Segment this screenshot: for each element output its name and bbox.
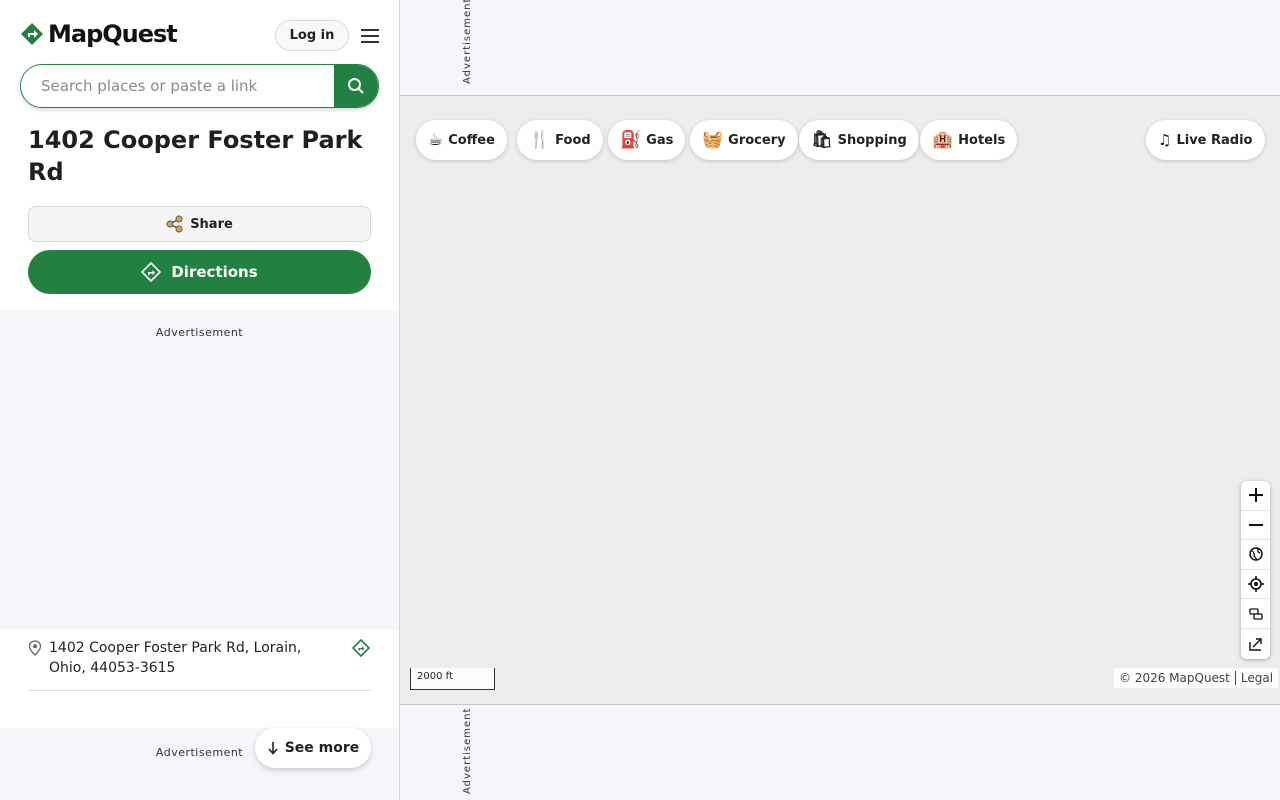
plus-icon <box>1248 488 1263 503</box>
address-directions-icon[interactable] <box>351 638 371 658</box>
directions-button[interactable]: Directions <box>28 250 371 294</box>
share-label: Share <box>190 216 233 232</box>
login-button[interactable]: Log in <box>275 20 349 51</box>
directions-label: Directions <box>171 263 258 281</box>
chip-label: Food <box>555 132 591 148</box>
chip-label: Coffee <box>448 132 495 148</box>
live-radio-button[interactable]: ♫ Live Radio <box>1146 120 1265 160</box>
arrow-down-icon <box>268 742 278 755</box>
share-button[interactable]: Share <box>28 206 371 242</box>
hamburger-menu-icon[interactable] <box>358 24 382 48</box>
advertisement-label-vertical: Advertisement <box>462 0 473 84</box>
traffic-cars-icon <box>1248 608 1263 620</box>
see-more-label: See more <box>284 740 360 756</box>
top-bar: MapQuest Log in <box>0 0 399 70</box>
map-scale: 2000 ft <box>410 668 495 690</box>
logo-text: MapQuest <box>48 20 178 48</box>
chip-label: Shopping <box>837 132 907 148</box>
gas-icon: ⛽ <box>620 129 642 150</box>
category-chip-gas[interactable]: ⛽ Gas <box>608 120 686 160</box>
map-style-button[interactable] <box>1241 540 1270 570</box>
category-chip-grocery[interactable]: 🧺 Grocery <box>690 120 798 160</box>
sidebar-advertisement: Advertisement <box>0 310 399 630</box>
see-more-button[interactable]: See more <box>255 728 371 768</box>
locate-me-button[interactable] <box>1241 570 1270 600</box>
address-row: 1402 Cooper Foster Park Rd, Lorain, Ohio… <box>28 630 371 691</box>
logo-icon <box>21 23 43 45</box>
coffee-icon: ☕ <box>428 129 444 150</box>
map-bottom-advertisement <box>400 704 1280 800</box>
share-arrow-icon <box>1248 638 1262 651</box>
map-attribution: © 2026 MapQuest Legal <box>1114 668 1279 688</box>
sidebar: MapQuest Log in 1402 Cooper Foster Park … <box>0 0 400 800</box>
grocery-icon: 🧺 <box>702 129 724 150</box>
search-bar <box>20 64 379 108</box>
chip-label: Grocery <box>728 132 786 148</box>
map-canvas[interactable] <box>400 96 1280 704</box>
search-icon <box>348 78 364 94</box>
search-button[interactable] <box>334 65 378 107</box>
legal-link[interactable]: Legal <box>1241 671 1273 685</box>
place-title: 1402 Cooper Foster Park Rd <box>28 126 363 186</box>
crosshair-icon <box>1247 576 1264 593</box>
location-pin-icon <box>28 640 42 656</box>
category-chip-coffee[interactable]: ☕ Coffee <box>416 120 507 160</box>
category-chip-food[interactable]: 🍴 Food <box>517 120 603 160</box>
category-chip-shopping[interactable]: 🛍 Shopping <box>799 120 919 160</box>
shopping-icon: 🛍 <box>811 129 833 150</box>
advertisement-label: Advertisement <box>155 326 244 339</box>
directions-icon <box>141 262 162 282</box>
search-input[interactable] <box>21 65 334 107</box>
minus-icon <box>1248 523 1263 526</box>
category-chip-hotels[interactable]: 🏨 Hotels <box>920 120 1018 160</box>
mapquest-logo[interactable]: MapQuest <box>20 20 178 48</box>
map-controls <box>1241 481 1270 659</box>
food-icon: 🍴 <box>529 129 551 150</box>
share-map-button[interactable] <box>1241 629 1270 659</box>
music-note-icon: ♫ <box>1158 130 1172 149</box>
copyright-text: © 2026 MapQuest <box>1119 671 1230 685</box>
divider <box>1234 671 1236 685</box>
zoom-out-button[interactable] <box>1241 511 1270 541</box>
zoom-in-button[interactable] <box>1241 481 1270 511</box>
advertisement-label-vertical: Advertisement <box>462 707 473 794</box>
map-top-advertisement <box>400 0 1280 96</box>
live-radio-label: Live Radio <box>1176 132 1253 148</box>
address-text: 1402 Cooper Foster Park Rd, Lorain, Ohio… <box>49 640 302 676</box>
globe-icon <box>1248 547 1263 562</box>
traffic-button[interactable] <box>1241 599 1270 629</box>
hotels-icon: 🏨 <box>932 129 954 150</box>
chip-label: Hotels <box>958 132 1006 148</box>
chip-label: Gas <box>646 132 674 148</box>
share-icon <box>166 215 183 233</box>
